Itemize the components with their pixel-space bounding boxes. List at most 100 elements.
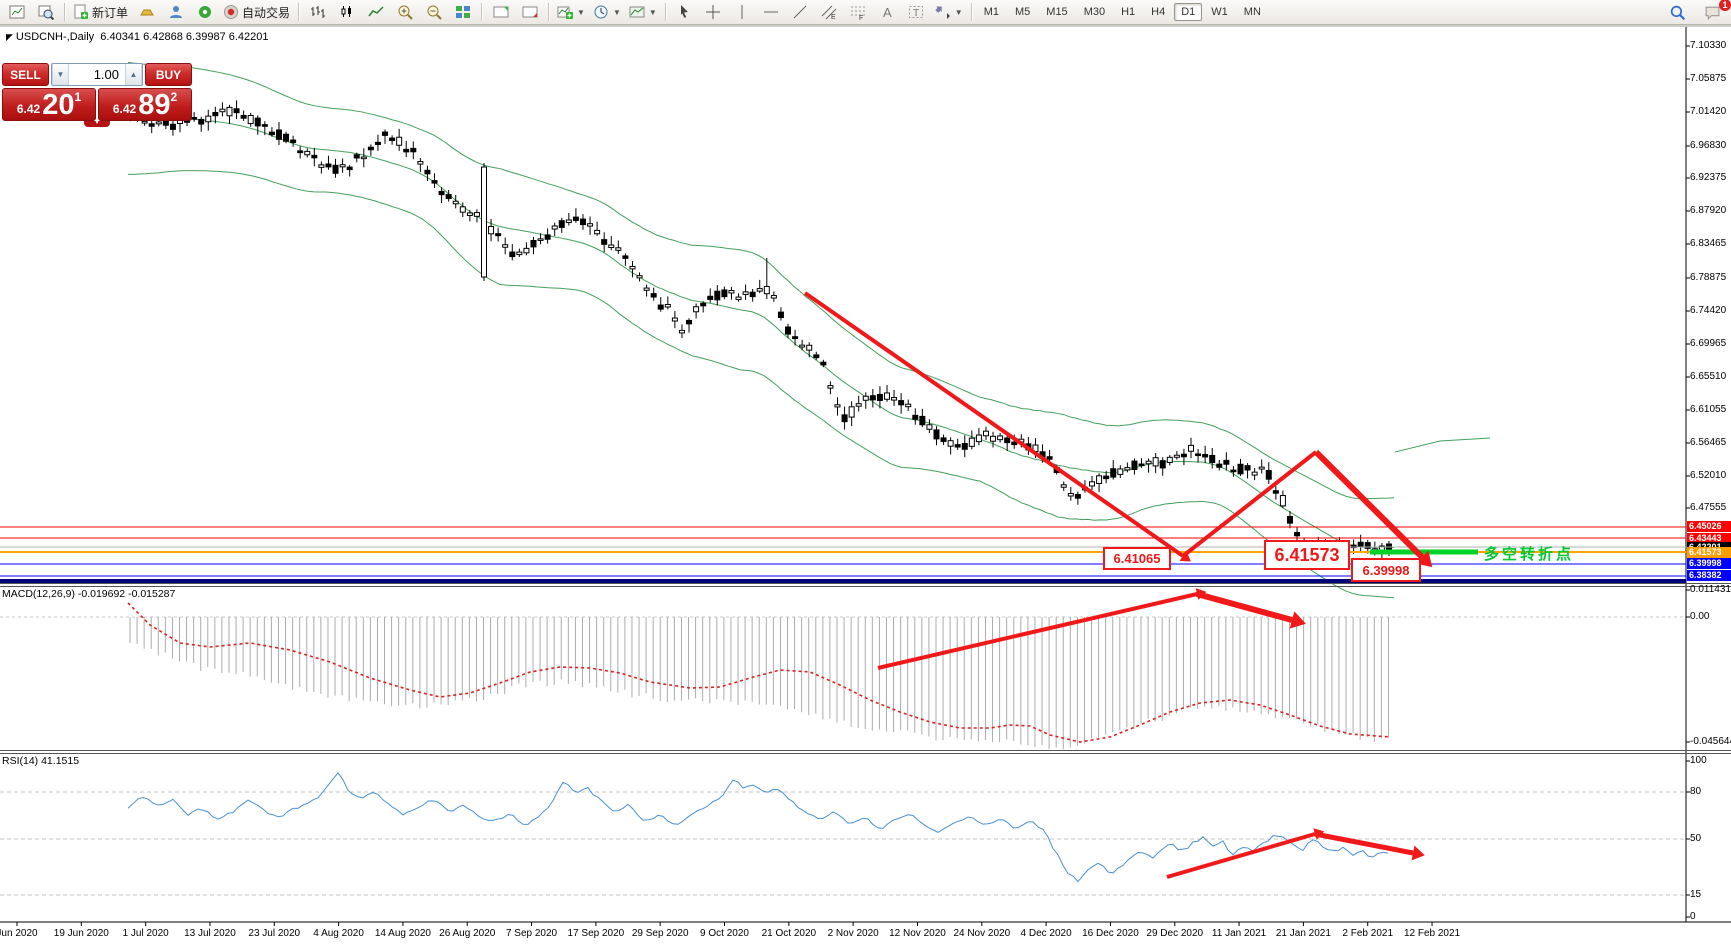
new-chart-button[interactable] (2, 1, 31, 24)
chart-shift-button[interactable] (486, 1, 515, 24)
timeframe-m5[interactable]: M5 (1008, 3, 1037, 21)
rsi-indicator-label: RSI(14) 41.1515 (2, 755, 79, 767)
date-label: Jun 2020 (0, 928, 38, 939)
text-tool-button[interactable]: A (873, 1, 902, 24)
fibonacci-tool-button[interactable]: F (844, 1, 873, 24)
templates-button[interactable]: ▼ (625, 1, 661, 24)
candle-body (227, 107, 232, 115)
candle-body (1181, 454, 1186, 457)
trade-panel-collapse-handle[interactable]: ▾ (84, 121, 110, 127)
candle-body (800, 345, 805, 347)
candle-body (361, 157, 366, 159)
chevron-down-icon: ▼ (955, 8, 963, 17)
candle-body (651, 294, 656, 297)
candle-body (764, 286, 769, 293)
price-annotation-6.39998[interactable]: 6.39998 (1351, 558, 1421, 582)
volume-increase-button[interactable]: ▲ (125, 64, 142, 85)
label-tool-button[interactable]: T (902, 1, 931, 24)
timeframe-m15[interactable]: M15 (1039, 3, 1074, 21)
buy-price-pips: 89 (138, 92, 170, 118)
timeframe-mn[interactable]: MN (1237, 3, 1268, 21)
panel-splitter (0, 586, 1731, 587)
new-order-button[interactable]: 新订单 (69, 1, 132, 24)
candle-body (856, 404, 861, 407)
crosshair-tool-button[interactable] (699, 1, 728, 24)
channel-tool-button[interactable]: E (815, 1, 844, 24)
periods-button[interactable]: ▼ (589, 1, 625, 24)
timeframe-h1[interactable]: H1 (1114, 3, 1142, 21)
autotrade-button[interactable]: 自动交易 (219, 1, 294, 24)
candle-body (1005, 438, 1010, 443)
candle-body (199, 119, 204, 124)
price-annotation-6.41573[interactable]: 6.41573 (1264, 540, 1350, 570)
signals-button[interactable] (190, 1, 219, 24)
arrows-tool-button[interactable]: ▼ (931, 1, 967, 24)
candle-body (1097, 476, 1102, 484)
panel-splitter[interactable] (0, 750, 1731, 751)
date-label: 4 Aug 2020 (313, 928, 364, 939)
candle-body (1295, 532, 1300, 535)
volume-input[interactable]: 1.00 (69, 64, 125, 85)
gold-button[interactable] (132, 1, 161, 24)
candle-body (241, 115, 246, 118)
search-button[interactable] (1663, 1, 1692, 24)
indicators-button[interactable]: ▼ (553, 1, 589, 24)
toolbar-separator (548, 3, 549, 21)
candle-body (998, 436, 1003, 440)
cursor-tool-button[interactable] (670, 1, 699, 24)
volume-decrease-button[interactable]: ▼ (52, 64, 69, 85)
candle-body (482, 167, 487, 277)
zoom-in-button[interactable] (390, 1, 419, 24)
candle-body (793, 337, 798, 339)
template-icon (629, 4, 645, 20)
timeframe-m30[interactable]: M30 (1077, 3, 1112, 21)
chart-shift-icon (493, 4, 509, 20)
candle-body (757, 289, 762, 292)
vertical-line-icon (734, 4, 750, 20)
bar-chart-button[interactable] (303, 1, 332, 24)
candle-body (1238, 464, 1243, 474)
candle-body (694, 307, 699, 312)
trend-arrow-macd (878, 594, 1197, 668)
chart-symbol-period: USDCNH-,Daily (16, 31, 94, 43)
candle-body (665, 304, 670, 307)
zoom-out-button[interactable] (419, 1, 448, 24)
date-label: 9 Oct 2020 (700, 928, 749, 939)
panel-splitter[interactable] (0, 583, 1731, 584)
buy-price-display[interactable]: 6.42892 (98, 88, 192, 121)
candle-body (807, 345, 812, 350)
sell-price-display[interactable]: 6.42201 (2, 88, 96, 121)
community-button[interactable] (161, 1, 190, 24)
timeframe-w1[interactable]: W1 (1204, 3, 1235, 21)
tile-windows-button[interactable] (448, 1, 477, 24)
horizontal-line-tool-button[interactable] (757, 1, 786, 24)
sell-button[interactable]: SELL (2, 63, 49, 86)
price-annotation-6.41065[interactable]: 6.41065 (1103, 547, 1171, 570)
chart-canvas[interactable] (0, 0, 1731, 945)
timeframe-h4[interactable]: H4 (1144, 3, 1172, 21)
timeframe-m1[interactable]: M1 (977, 3, 1006, 21)
candle-body (892, 398, 897, 401)
candle-body (1266, 470, 1271, 479)
price-axis-label: 6.87920 (1690, 205, 1726, 217)
profiles-button[interactable] (31, 1, 60, 24)
candle-body (418, 162, 423, 165)
trendline-tool-button[interactable] (786, 1, 815, 24)
autoscroll-button[interactable] (515, 1, 544, 24)
macd-indicator-label: MACD(12,26,9) -0.019692 -0.015287 (2, 588, 175, 600)
buy-button[interactable]: BUY (145, 63, 192, 86)
candle-body (312, 155, 317, 158)
candle-body (305, 151, 310, 154)
vertical-line-tool-button[interactable] (728, 1, 757, 24)
candle-body (573, 217, 578, 220)
bollinger-upper-band-tail (1395, 438, 1490, 452)
timeframe-d1[interactable]: D1 (1174, 3, 1202, 21)
candle-body (920, 416, 925, 424)
chart-window-icon: ◤ (6, 32, 13, 42)
line-chart-button[interactable] (361, 1, 390, 24)
candlestick-chart-button[interactable] (332, 1, 361, 24)
notifications-button[interactable]: 1 (1698, 1, 1727, 24)
turning-point-label[interactable]: 多空转折点 (1484, 543, 1574, 564)
date-label: 7 Sep 2020 (506, 928, 557, 939)
candle-body (955, 445, 960, 447)
